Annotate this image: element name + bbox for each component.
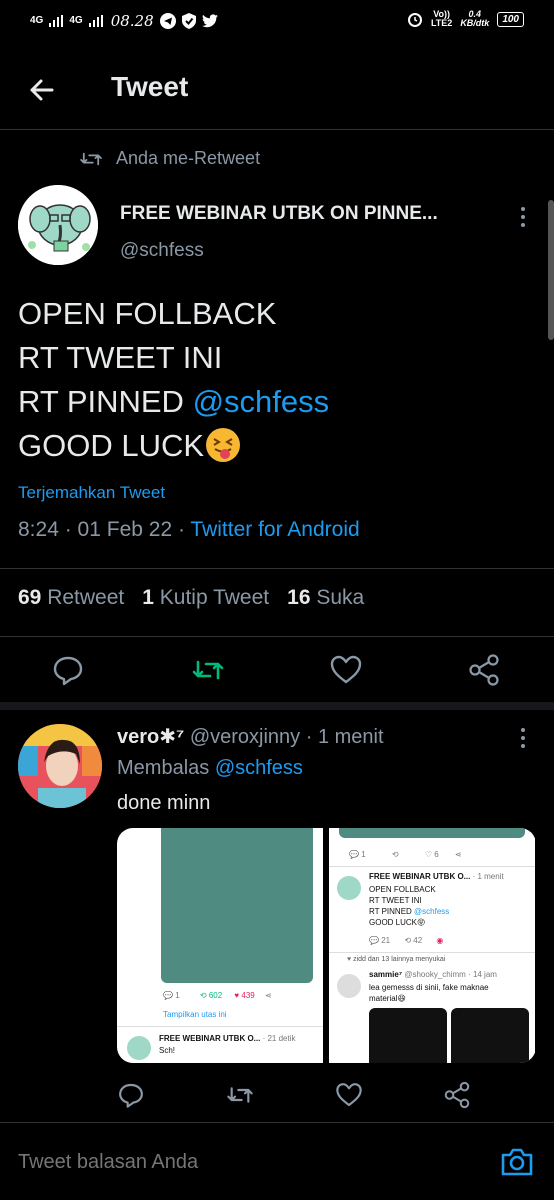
- tweet-client-link[interactable]: Twitter for Android: [190, 518, 359, 541]
- retweets-stat[interactable]: 69 Retweet: [18, 586, 124, 610]
- alarm-icon: [407, 13, 422, 27]
- reply-more-options-button[interactable]: [513, 726, 533, 750]
- squinting-tongue-emoji-icon: [206, 428, 241, 462]
- battery-indicator: 100: [497, 11, 524, 27]
- shield-check-icon: [181, 13, 196, 29]
- media-image-left[interactable]: 💬 1 ⟲ 602 ♥ 439 ⋖ Tampilkan utas ini FRE…: [117, 828, 323, 1063]
- section-separator: [0, 702, 554, 710]
- tweet-date: 01 Feb 22: [77, 518, 173, 541]
- heart-icon: [336, 1083, 362, 1107]
- tweet-time: 8:24: [18, 518, 59, 541]
- reply-icon: [53, 656, 83, 686]
- replying-to: Membalas @schfess: [117, 757, 303, 779]
- share-icon: [469, 654, 499, 686]
- reply-time: 1 menit: [317, 726, 384, 748]
- screenshot-tweet-text: OPEN FOLLBACK RT TWEET INI RT PINNED @sc…: [369, 885, 450, 927]
- reply-input[interactable]: [18, 1151, 458, 1174]
- like-button[interactable]: [328, 652, 364, 688]
- arrow-left-icon: [30, 79, 54, 101]
- reply-button[interactable]: [50, 652, 86, 688]
- network-indicator-2: 4G: [69, 15, 83, 26]
- retweet-context: Anda me-Retweet: [80, 148, 260, 169]
- screenshot-teal-image: [161, 828, 313, 983]
- back-button[interactable]: [22, 70, 62, 110]
- camera-icon: [501, 1148, 533, 1176]
- reply-icon: [119, 1083, 143, 1108]
- reply-actions: [0, 1076, 554, 1120]
- reply-retweet-button[interactable]: [225, 1080, 255, 1110]
- likes-stat[interactable]: 16 Suka: [287, 586, 364, 610]
- status-bar: 4G 4G 08.28 Vo)) LTE2 0.4 KB/dtk 100: [0, 0, 554, 42]
- reply-author-avatar[interactable]: [18, 724, 102, 808]
- tweet-line: RT TWEET INI: [18, 340, 223, 375]
- tweet-line: GOOD LUCK: [18, 424, 329, 468]
- retweet-icon: [80, 152, 102, 165]
- more-vertical-icon: [521, 728, 525, 748]
- screenshot-name: FREE WEBINAR UTBK O... · 1 menit: [369, 872, 504, 881]
- screenshot-quoted-name: FREE WEBINAR UTBK O... · 21 detik: [159, 1034, 296, 1043]
- screenshot-avatar: [337, 876, 361, 900]
- telegram-icon: [159, 13, 176, 29]
- author-handle: @schfess: [120, 240, 204, 261]
- camera-button[interactable]: [498, 1143, 536, 1181]
- signal-icon: [49, 15, 64, 27]
- elephant-logo-icon: [18, 185, 98, 265]
- page-title: Tweet: [111, 71, 189, 102]
- screenshot-quoted-text: Sch!: [159, 1046, 176, 1055]
- mention-link[interactable]: @schfess: [193, 384, 330, 419]
- clock: 08.28: [110, 12, 154, 30]
- heart-icon: [330, 655, 362, 684]
- reply-text: done minn: [117, 792, 211, 814]
- reply-author-handle: @veroxjinny: [189, 726, 301, 748]
- tweet-stats: 69 Retweet 1 Kutip Tweet 16 Suka: [18, 586, 364, 610]
- tweet-line: OPEN FOLLBACK: [18, 296, 277, 331]
- quotes-stat[interactable]: 1 Kutip Tweet: [142, 586, 269, 610]
- reply-media: 💬 1 ⟲ 602 ♥ 439 ⋖ Tampilkan utas ini FRE…: [117, 828, 536, 1063]
- twitter-bird-icon: [201, 14, 218, 28]
- retweet-icon: [227, 1087, 253, 1103]
- tweet-metadata: 8:24 · 01 Feb 22 · Twitter for Android: [18, 518, 360, 541]
- top-app-bar: Tweet: [0, 42, 554, 130]
- network-speed: 0.4 KB/dtk: [460, 9, 490, 28]
- tweet-text: OPEN FOLLBACK RT TWEET INI RT PINNED @sc…: [18, 292, 329, 468]
- retweet-icon: [192, 660, 224, 680]
- tweet-actions: [0, 638, 554, 700]
- retweet-context-label: Anda me-Retweet: [116, 148, 261, 168]
- reply-compose-bar: [0, 1122, 554, 1200]
- retweet-button[interactable]: [190, 652, 226, 688]
- volte-indicator: Vo)) LTE2: [430, 9, 453, 28]
- reply-reply-button[interactable]: [116, 1080, 146, 1110]
- share-icon: [444, 1081, 470, 1109]
- screenshot-action-row-2: 💬 21 ⟲ 42 ◉: [369, 936, 444, 945]
- translate-tweet-link[interactable]: Terjemahkan Tweet: [18, 483, 165, 503]
- screenshot-commenter: sammie⁷ @shooky_chimm · 14 jam: [369, 970, 497, 979]
- author-avatar[interactable]: [18, 185, 98, 265]
- screenshot-comment-text: lea gemesss di sinii, fake maknae materi…: [369, 983, 489, 1003]
- more-vertical-icon: [521, 207, 525, 227]
- screenshot-action-row: 💬 1 ⟲ ♡ 6 ⋖: [349, 850, 462, 859]
- reply-like-button[interactable]: [334, 1080, 364, 1110]
- screenshot-avatar: [127, 1036, 151, 1060]
- tweet-line: RT PINNED @schfess: [18, 384, 330, 419]
- signal-icon: [88, 15, 103, 27]
- share-button[interactable]: [466, 652, 502, 688]
- more-options-button[interactable]: [513, 205, 533, 229]
- reply-author-name[interactable]: vero✱⁷: [117, 726, 184, 748]
- reply-header: vero✱⁷ @veroxjinny · 1 menit: [117, 726, 384, 748]
- screenshot-thread-link: Tampilkan utas ini: [163, 1010, 227, 1019]
- screenshot-liked-by: ♥ zidd dan 13 lainnya menyukai: [347, 956, 446, 963]
- screenshot-action-row: 💬 1 ⟲ 602 ♥ 439 ⋖: [163, 991, 272, 1000]
- network-indicator-1: 4G: [30, 15, 44, 26]
- profile-photo: [18, 724, 102, 808]
- reply-share-button[interactable]: [442, 1080, 472, 1110]
- author-name[interactable]: FREE WEBINAR UTBK ON PINNE...: [120, 203, 500, 225]
- media-image-right[interactable]: 💬 1 ⟲ ♡ 6 ⋖ FREE WEBINAR UTBK O... · 1 m…: [329, 828, 535, 1063]
- divider: [0, 568, 554, 569]
- scrollbar-thumb[interactable]: [548, 200, 554, 340]
- replying-to-mention[interactable]: @schfess: [215, 757, 303, 779]
- divider: [0, 636, 554, 637]
